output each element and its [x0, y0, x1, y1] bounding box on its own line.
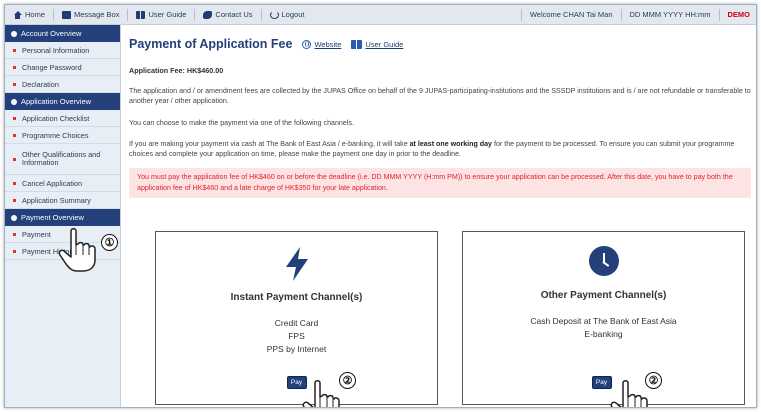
sidebar-item-application-summary[interactable]: Application Summary: [5, 192, 120, 209]
sidebar-item-label: Personal Information: [22, 45, 90, 55]
sidebar-item-label: Payment: [22, 229, 51, 239]
envelope-icon: [62, 10, 72, 19]
application-fee-label: Application Fee: HK$460.00: [129, 66, 224, 75]
card-title: Instant Payment Channel(s): [230, 292, 363, 303]
logout-icon: [269, 10, 279, 19]
option-pps: PPS by Internet: [266, 344, 327, 355]
instant-payment-card: Instant Payment Channel(s) Credit Card F…: [155, 231, 438, 405]
sidebar-item-other-qualifications[interactable]: Other Qualifications and Information: [5, 144, 120, 175]
app-window: Home Message Box User Guide Contact Us L…: [4, 4, 757, 408]
website-link-label: Website: [314, 39, 342, 49]
sidebar-heading-label: Payment Overview: [21, 213, 84, 222]
sidebar-item-label: Declaration: [22, 79, 59, 89]
datetime-text: DD MMM YYYY HH:mm: [629, 10, 711, 19]
book-icon: [136, 10, 146, 19]
bullet-icon: [13, 198, 16, 202]
main-content: Payment of Application Fee Website User …: [121, 25, 756, 407]
bullet-icon: [13, 181, 16, 185]
sidebar-item-label: Programme Choices: [22, 130, 89, 140]
top-nav-bar: Home Message Box User Guide Contact Us L…: [5, 5, 756, 25]
bullet-icon: [13, 48, 16, 52]
home-icon: [13, 10, 22, 19]
option-e-banking: E-banking: [584, 329, 623, 340]
bullet-icon: [13, 133, 16, 137]
logout-label: Logout: [281, 10, 305, 19]
processing-text-bold: at least one working day: [409, 139, 492, 148]
page-title: Payment of Application Fee: [129, 37, 293, 51]
processing-time-paragraph: If you are making your payment via cash …: [129, 139, 751, 160]
phone-icon: [203, 10, 213, 19]
fee-notice-paragraph: The application and / or amendment fees …: [129, 87, 751, 106]
lightning-icon: [285, 247, 308, 281]
step-1-marker: ①: [101, 234, 118, 251]
bullet-icon: [13, 116, 16, 120]
sidebar-item-label: Cancel Application: [22, 178, 83, 188]
logout-link[interactable]: Logout: [262, 5, 313, 24]
sidebar-heading-account-overview[interactable]: Account Overview: [5, 25, 120, 42]
bullet-icon: [11, 30, 17, 37]
user-guide-page-link[interactable]: User Guide: [351, 39, 404, 49]
payment-options-list: Credit Card FPS PPS by Internet: [156, 317, 437, 357]
title-row: Payment of Application Fee Website User …: [129, 37, 750, 51]
user-guide-link[interactable]: User Guide: [128, 5, 194, 24]
bullet-icon: [13, 157, 16, 161]
pointing-hand-icon: [610, 380, 648, 407]
channel-intro-paragraph: You can choose to make the payment via o…: [129, 118, 354, 127]
sidebar-heading-payment-overview[interactable]: Payment Overview: [5, 209, 120, 226]
message-box-link[interactable]: Message Box: [54, 5, 127, 24]
sidebar-item-cancel-application[interactable]: Cancel Application: [5, 175, 120, 192]
contact-us-link[interactable]: Contact Us: [195, 5, 260, 24]
message-box-label: Message Box: [74, 10, 120, 19]
bullet-icon: [11, 214, 17, 221]
demo-badge: DEMO: [727, 10, 751, 19]
sidebar-heading-application-overview[interactable]: Application Overview: [5, 93, 120, 110]
sidebar-item-application-checklist[interactable]: Application Checklist: [5, 110, 120, 127]
payment-options-list: Cash Deposit at The Bank of East Asia E-…: [463, 315, 744, 341]
card-title: Other Payment Channel(s): [540, 290, 667, 301]
processing-text-a: If you are making your payment via cash …: [129, 139, 410, 148]
sidebar-item-personal-information[interactable]: Personal Information: [5, 42, 120, 59]
step-2-marker: ②: [645, 372, 662, 389]
website-link[interactable]: Website: [302, 39, 342, 49]
home-label: Home: [25, 10, 46, 19]
option-credit-card: Credit Card: [274, 318, 319, 328]
bullet-icon: [13, 232, 16, 236]
clock-icon: [588, 246, 619, 276]
sidebar-item-label: Change Password: [22, 62, 82, 72]
step-2-marker: ②: [339, 372, 356, 389]
bullet-icon: [13, 82, 16, 86]
bullet-icon: [11, 98, 17, 105]
bullet-icon: [13, 249, 16, 253]
user-guide-label: User Guide: [148, 10, 187, 19]
deadline-warning: You must pay the application fee of HK$4…: [129, 168, 751, 198]
sidebar-item-declaration[interactable]: Declaration: [5, 76, 120, 93]
sidebar-item-change-password[interactable]: Change Password: [5, 59, 120, 76]
welcome-text: Welcome CHAN Tai Man: [529, 10, 613, 19]
home-link[interactable]: Home: [5, 5, 53, 24]
sidebar-item-programme-choices[interactable]: Programme Choices: [5, 127, 120, 144]
sidebar-item-label: Other Qualifications and Information: [22, 149, 101, 167]
sidebar-heading-label: Application Overview: [21, 97, 92, 106]
bullet-icon: [13, 65, 16, 69]
globe-icon: [302, 39, 312, 49]
option-fps: FPS: [288, 331, 305, 342]
contact-us-label: Contact Us: [215, 10, 253, 19]
sidebar-item-label: Application Checklist: [22, 113, 90, 123]
sidebar-item-label: Application Summary: [22, 195, 91, 205]
sidebar: Account Overview Personal Information Ch…: [5, 25, 121, 407]
sidebar-heading-label: Account Overview: [21, 29, 82, 38]
pointing-hand-icon: [302, 380, 340, 407]
pointing-hand-icon: [58, 228, 96, 272]
book-icon: [351, 39, 363, 49]
other-payment-card: Other Payment Channel(s) Cash Deposit at…: [462, 231, 745, 405]
option-cash-deposit: Cash Deposit at The Bank of East Asia: [530, 316, 677, 326]
user-guide-link-label: User Guide: [365, 39, 404, 49]
